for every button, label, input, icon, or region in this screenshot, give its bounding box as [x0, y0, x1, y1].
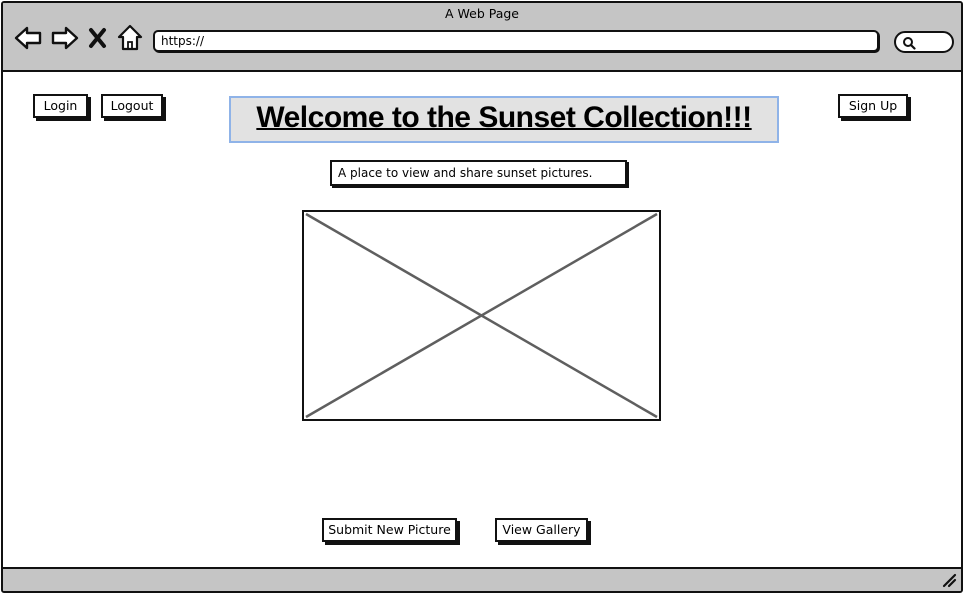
view-gallery-button[interactable]: View Gallery — [495, 518, 588, 542]
page-title: Welcome to the Sunset Collection!!! — [256, 101, 752, 134]
back-arrow-icon[interactable] — [13, 23, 43, 53]
close-x-icon[interactable] — [87, 23, 109, 53]
address-bar[interactable]: https:// — [153, 30, 879, 52]
page-title-box: Welcome to the Sunset Collection!!! — [229, 96, 779, 143]
forward-arrow-icon[interactable] — [50, 23, 80, 53]
browser-toolbar: A Web Page https:// — [3, 3, 961, 72]
page-subtitle: A place to view and share sunset picture… — [330, 160, 627, 186]
submit-new-picture-button[interactable]: Submit New Picture — [322, 518, 457, 542]
browser-window: A Web Page https:// Login Logout Sign Up… — [1, 1, 963, 593]
login-button[interactable]: Login — [33, 94, 88, 118]
search-box[interactable] — [894, 31, 954, 53]
image-placeholder — [302, 210, 661, 421]
search-icon — [903, 37, 916, 50]
resize-grip-icon[interactable] — [941, 572, 957, 588]
home-icon[interactable] — [116, 23, 144, 53]
signup-button[interactable]: Sign Up — [838, 94, 908, 118]
status-bar — [3, 567, 961, 591]
window-title: A Web Page — [444, 6, 519, 21]
logout-button[interactable]: Logout — [101, 94, 163, 118]
